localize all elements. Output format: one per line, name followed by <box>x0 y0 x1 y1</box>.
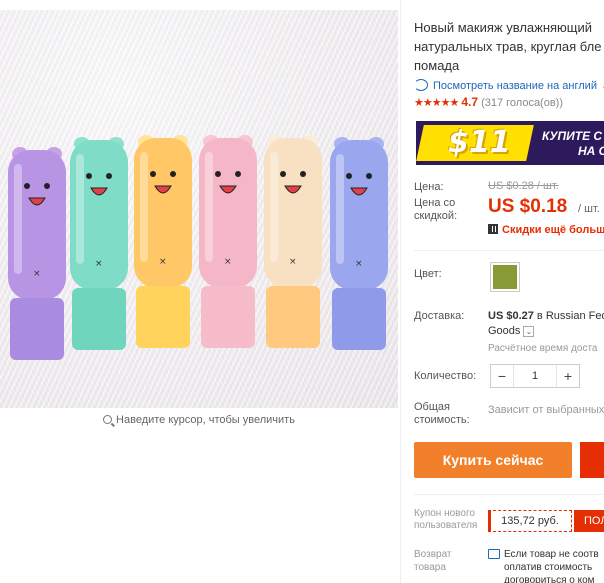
return-label-line-1: Возврат <box>414 549 452 560</box>
return-policy-icon <box>488 549 500 559</box>
zoom-hint: Наведите курсор, чтобы увеличить <box>0 414 398 426</box>
divider <box>414 494 604 495</box>
banner-cta-line-2: НА С <box>578 144 604 158</box>
shipping-info[interactable]: US $0.27 в Russian Fed Goods ⌄ <box>488 309 604 339</box>
add-to-cart-button[interactable] <box>580 442 604 478</box>
color-swatch[interactable] <box>490 262 520 292</box>
svg-text:×: × <box>95 259 103 269</box>
coupon-label-line-1: Купон нового <box>414 508 475 519</box>
votes-count: (317 голоса(ов)) <box>481 97 564 109</box>
quantity-stepper: − 1 + <box>490 364 580 388</box>
total-label: Общая стоимость: <box>414 401 470 427</box>
coupon-label-line-2: пользователя <box>414 520 478 531</box>
translate-icon <box>414 79 428 91</box>
price-label: Цена: <box>414 181 444 193</box>
discount-price: US $0.18 <box>488 196 568 217</box>
coupon-edge <box>488 510 491 532</box>
quantity-decrease-button[interactable]: − <box>491 365 513 387</box>
lipstick-bear: × <box>264 135 322 348</box>
chevron-down-icon[interactable]: ⌄ <box>523 326 535 337</box>
return-label-line-2: товара <box>414 562 446 573</box>
return-text-line-1: Если товар не соотв <box>504 549 599 560</box>
quantity-label: Количество: <box>414 370 477 382</box>
color-label: Цвет: <box>414 268 442 280</box>
return-policy-text: Если товар не соотв оплатив стоимость до… <box>504 548 599 583</box>
svg-text:×: × <box>33 269 41 279</box>
discount-label-line-2: скидкой: <box>414 210 458 222</box>
coupon-value: 135,72 руб. <box>488 510 572 532</box>
product-gallery: × × × × × × Наведите курсор, чтобы увеличить <box>0 0 400 583</box>
product-title: Новый макияж увлажняющий натуральных тра… <box>414 18 604 75</box>
shipping-method: Goods <box>488 325 521 337</box>
buy-now-button[interactable]: Купить сейчас <box>414 442 572 478</box>
banner-cta: КУПИТЕ С НА С <box>542 129 604 159</box>
svg-text:×: × <box>159 257 167 267</box>
color-swatch-fill <box>493 265 517 289</box>
app-discount-text: Скидки ещё больше <box>502 224 604 236</box>
magnifier-icon <box>103 415 113 424</box>
svg-text:×: × <box>289 257 297 267</box>
title-line-1: Новый макияж увлажняющий <box>414 20 593 35</box>
promo-banner[interactable]: $11 КУПИТЕ С НА С <box>416 121 604 165</box>
product-photo[interactable]: × × × × × × <box>0 10 398 408</box>
shipping-label: Доставка: <box>414 310 465 322</box>
translate-title-link[interactable]: Посмотреть название на англий⌄ <box>414 79 604 92</box>
title-line-2: натуральных трав, круглая бле <box>414 39 602 54</box>
lipstick-cat-blue: × <box>330 137 388 350</box>
discount-label-line-1: Цена со <box>414 197 456 209</box>
panel-divider <box>400 0 401 583</box>
lipstick-cat: × <box>8 147 66 360</box>
product-info-panel: Новый макияж увлажняющий натуральных тра… <box>414 0 604 583</box>
total-label-line-2: стоимость: <box>414 414 470 426</box>
quantity-increase-button[interactable]: + <box>557 365 579 387</box>
coupon-label: Купон нового пользователя <box>414 508 477 532</box>
product-rating[interactable]: ★★★★★ 4.7 (317 голоса(ов)) <box>414 95 563 109</box>
zoom-hint-text: Наведите курсор, чтобы увеличить <box>116 414 295 426</box>
banner-amount: $11 <box>448 125 511 160</box>
qr-code-icon <box>488 224 498 234</box>
old-price: US $0.28 / шт. <box>488 180 559 192</box>
lipstick-pig: × <box>199 135 257 348</box>
lipstick-dog: × <box>134 135 192 348</box>
get-coupon-button[interactable]: ПОЛ <box>574 510 604 532</box>
lipstick-doraemon: × <box>70 137 128 350</box>
delivery-estimate: Расчётное время доста <box>488 343 598 354</box>
banner-cta-line-1: КУПИТЕ С <box>542 129 603 143</box>
shipping-price: US $0.27 <box>488 310 534 322</box>
rating-value: 4.7 <box>461 95 478 109</box>
app-discount-link[interactable]: Скидки ещё больше <box>488 224 604 236</box>
svg-text:×: × <box>224 257 232 267</box>
discount-price-label: Цена со скидкой: <box>414 197 457 223</box>
total-label-line-1: Общая <box>414 401 450 413</box>
translate-link-text: Посмотреть название на англий <box>433 80 597 92</box>
divider <box>414 250 604 251</box>
total-value: Зависит от выбранных <box>488 404 604 416</box>
per-unit: / шт. <box>578 203 600 215</box>
return-text-line-3: договориться о ком <box>504 575 595 583</box>
rating-stars-icon: ★★★★★ <box>414 97 459 109</box>
quantity-input[interactable]: 1 <box>513 365 557 387</box>
return-label: Возврат товара <box>414 548 452 574</box>
lipsticks-illustration: × × × × × × <box>8 135 388 360</box>
svg-text:×: × <box>355 259 363 269</box>
shipping-destination: в Russian Fed <box>533 310 604 322</box>
title-line-3: помада <box>414 58 460 73</box>
return-text-line-2: оплатив стоимость <box>504 562 593 573</box>
